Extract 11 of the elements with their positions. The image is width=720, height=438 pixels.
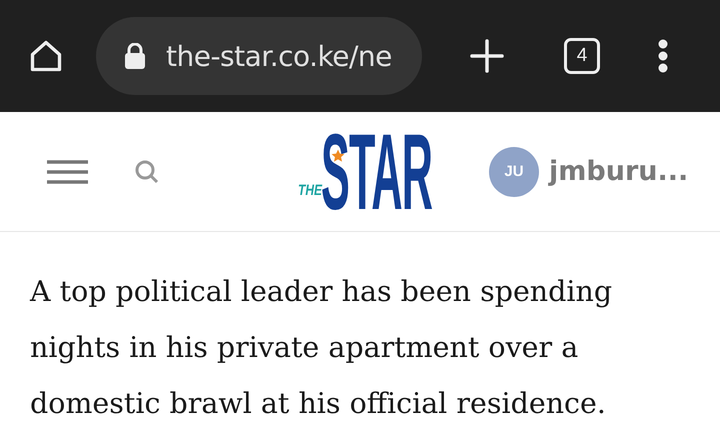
username[interactable]: jmburu... [549,156,688,187]
site-logo[interactable]: THESTAR [295,130,439,212]
more-icon[interactable] [658,39,668,73]
menu-icon[interactable] [47,160,88,184]
plus-icon[interactable] [470,39,504,73]
article-text: A top political leader has been spending nights in his private apartment over a domestic brawl at his official residence. [28,274,614,422]
lock-icon [124,43,146,69]
tab-count-button[interactable]: 4 [564,38,600,74]
home-icon[interactable] [28,38,64,74]
address-bar[interactable]: the-star.co.ke/ne [96,17,422,95]
search-icon[interactable] [135,160,159,184]
